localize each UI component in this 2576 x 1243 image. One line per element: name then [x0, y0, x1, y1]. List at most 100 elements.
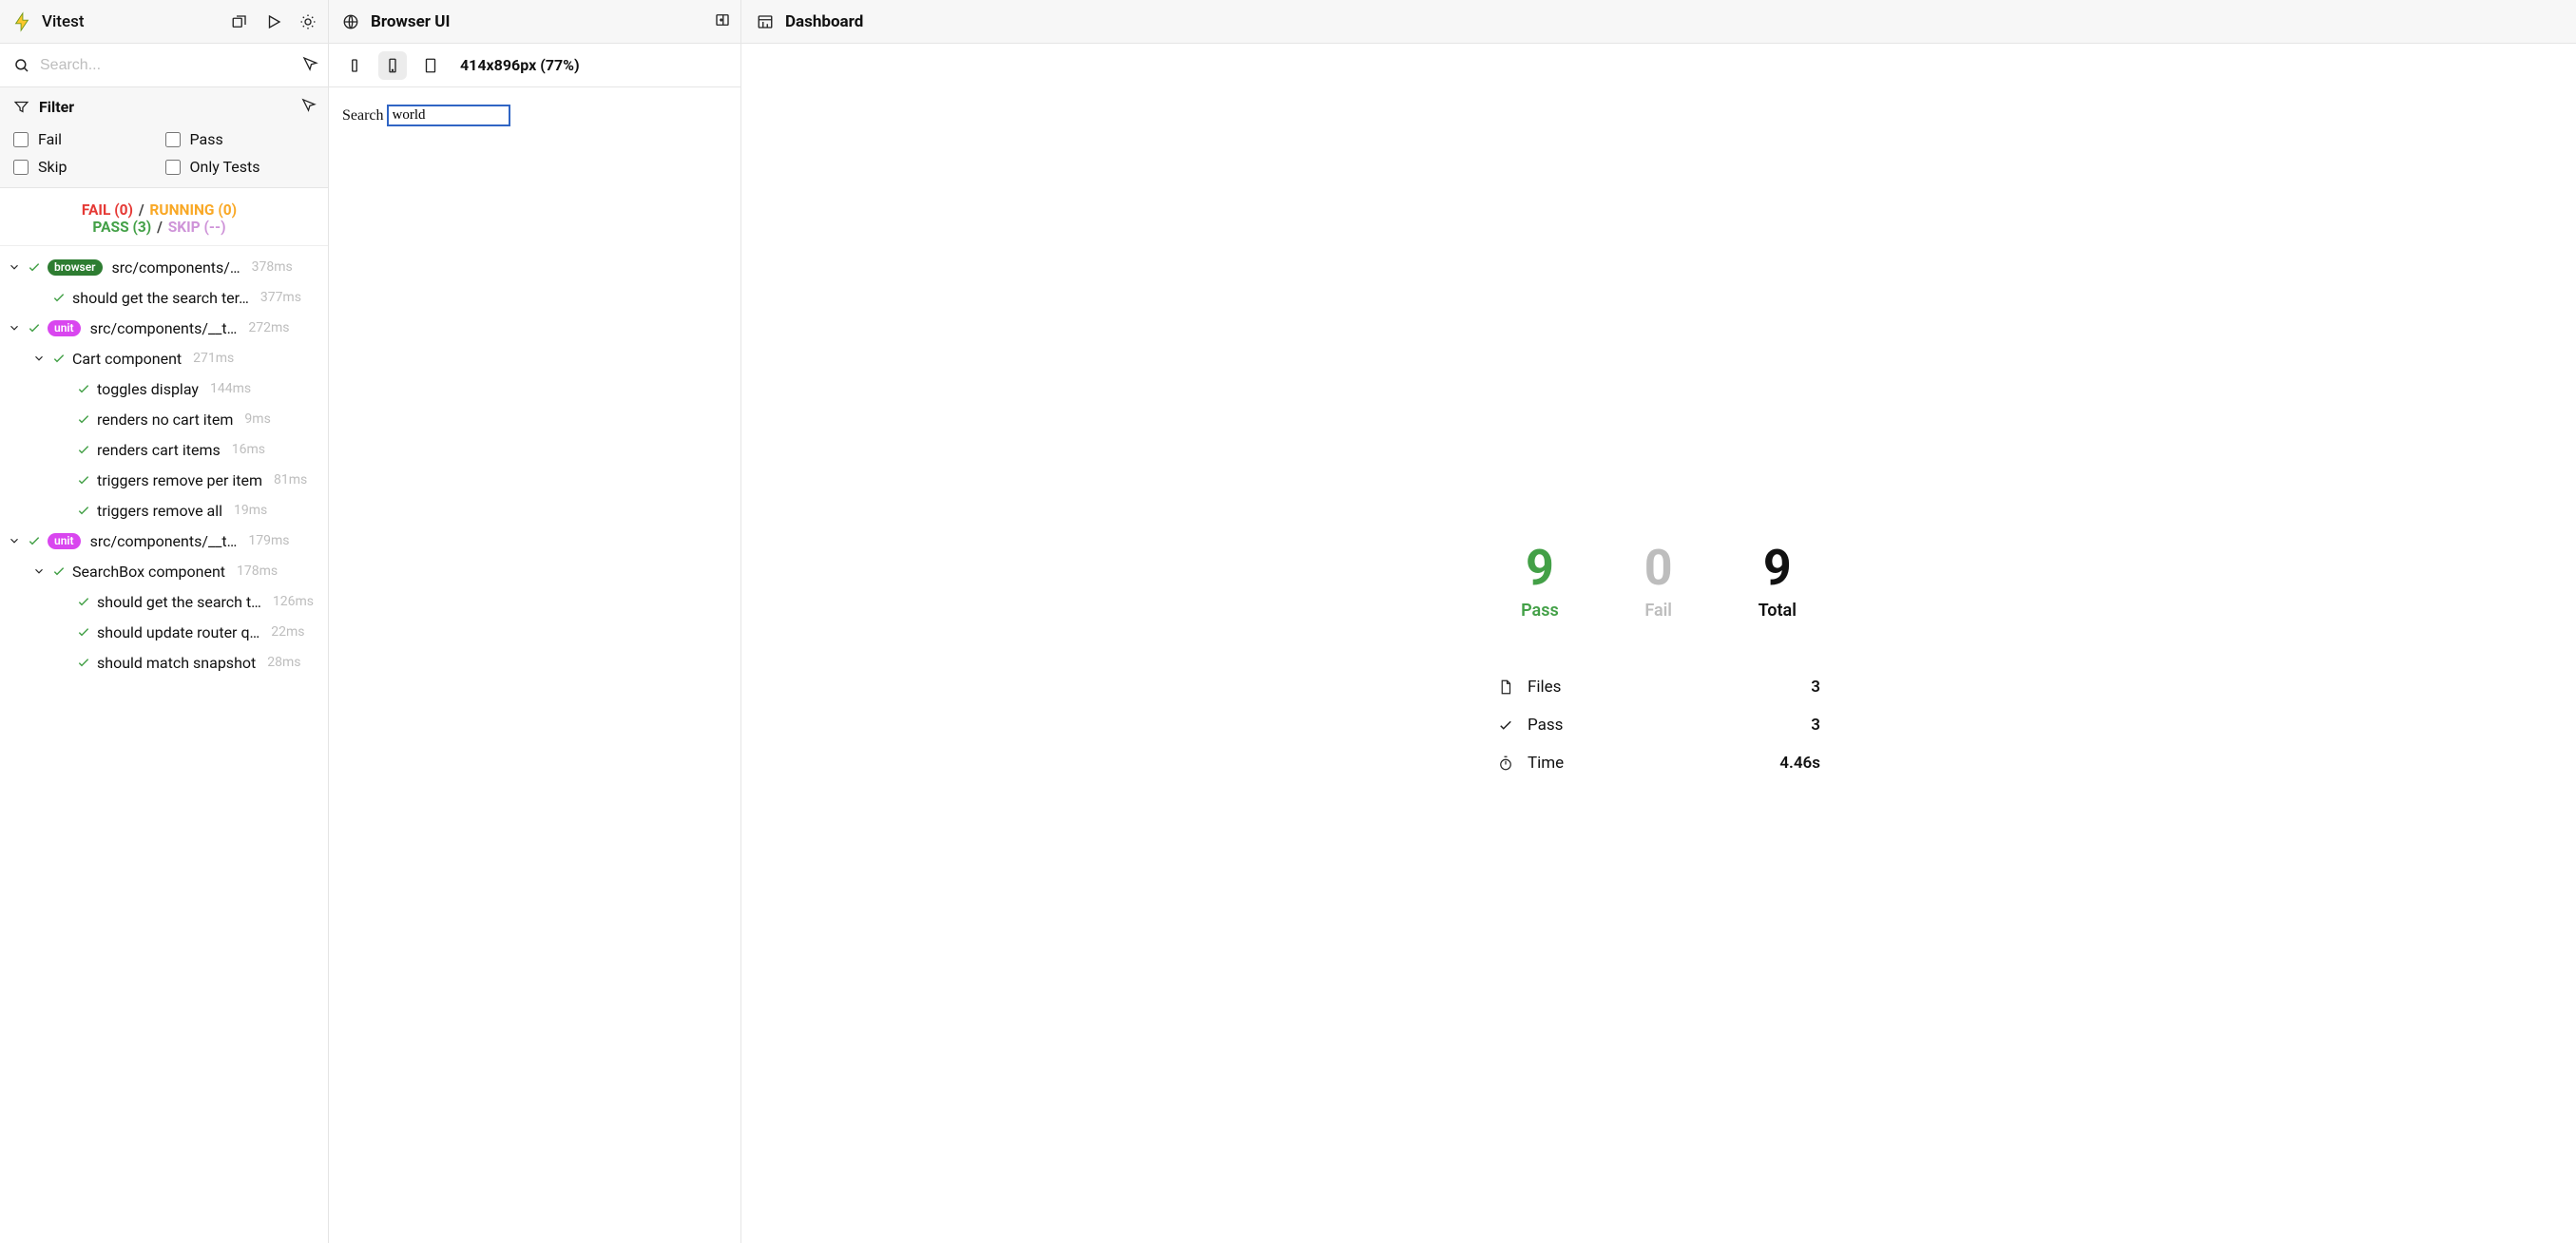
device-large-button[interactable] — [416, 51, 445, 80]
filter-skip-label: Skip — [38, 158, 67, 176]
filter-skip-checkbox[interactable] — [13, 160, 29, 175]
search-clear-button[interactable] — [301, 55, 318, 76]
vitest-logo-icon — [11, 11, 32, 32]
tree-row-label: should get the search ter… — [72, 289, 249, 307]
metric-total: 9 Total — [1759, 544, 1797, 621]
filter-fail-checkbox[interactable] — [13, 132, 29, 147]
tree-row-label: triggers remove per item — [97, 471, 262, 489]
tree-row-label: should update router q… — [97, 623, 260, 641]
tree-row[interactable]: toggles display144ms — [0, 373, 320, 404]
dashboard-stats: Files 3 Pass 3 Time 4.46s — [1497, 668, 1820, 782]
page-search-label: Search — [342, 107, 384, 124]
chevron-down-icon — [8, 534, 21, 547]
test-badge: unit — [48, 533, 81, 549]
tree-row-duration: 28ms — [267, 655, 300, 670]
tree-row-duration: 144ms — [210, 381, 251, 396]
tree-row-label: triggers remove all — [97, 502, 222, 520]
tree-row-duration: 178ms — [237, 564, 278, 579]
metric-pass-value: 9 — [1521, 544, 1559, 593]
app-logo: Vitest — [11, 11, 84, 32]
search-icon — [13, 57, 30, 74]
filter-fail-label: Fail — [38, 130, 62, 148]
metric-fail: 0 Fail — [1644, 544, 1673, 621]
filter-only[interactable]: Only Tests — [165, 158, 317, 176]
chevron-down-icon — [8, 260, 21, 274]
tree-row[interactable]: triggers remove per item81ms — [0, 465, 320, 495]
tree-row[interactable]: unit src/components/__t… 272ms — [0, 313, 320, 343]
test-tree: browsersrc/components/…378msshould get t… — [0, 246, 328, 1243]
filter-skip[interactable]: Skip — [13, 158, 165, 176]
check-icon — [27, 320, 42, 335]
viewport-label: 414x896px (77%) — [460, 56, 580, 74]
tree-row[interactable]: should update router q… 22ms — [0, 617, 320, 647]
tree-row[interactable]: should match snapshot28ms — [0, 647, 320, 678]
test-badge: unit — [48, 320, 81, 336]
filter-only-checkbox[interactable] — [165, 160, 181, 175]
filter-pass[interactable]: Pass — [165, 130, 317, 148]
tree-row-duration: 179ms — [248, 533, 289, 548]
check-icon — [76, 624, 91, 640]
dock-icon — [714, 11, 731, 29]
stat-time: Time 4.46s — [1497, 744, 1820, 782]
tree-row[interactable]: should get the search ter…377ms — [0, 282, 320, 313]
test-badge: browser — [48, 259, 103, 276]
check-icon — [51, 351, 67, 366]
tree-row[interactable]: Cart component271ms — [0, 343, 320, 373]
device-large-icon — [422, 57, 439, 74]
search-input[interactable] — [30, 57, 301, 74]
tree-row[interactable]: renders no cart item9ms — [0, 404, 320, 434]
check-icon — [27, 259, 42, 275]
status-fail: FAIL (0) — [82, 201, 133, 219]
dashboard-icon — [757, 13, 774, 30]
filter-pass-checkbox[interactable] — [165, 132, 181, 147]
stopwatch-icon — [1497, 755, 1514, 772]
filter-only-label: Only Tests — [190, 158, 260, 176]
sidebar: Vitest Fi — [0, 0, 329, 1243]
theme-toggle-button[interactable] — [298, 11, 318, 32]
collapse-icon — [231, 13, 248, 30]
check-icon — [27, 533, 42, 548]
chevron-down-icon — [32, 564, 46, 578]
metric-total-value: 9 — [1759, 544, 1797, 593]
tree-row-label: src/components/… — [112, 258, 240, 277]
dashboard-metrics: 9 Pass 0 Fail 9 Total — [1521, 544, 1797, 621]
tree-row[interactable]: triggers remove all 19ms — [0, 495, 320, 526]
collapse-all-button[interactable] — [229, 11, 250, 32]
tree-row-duration: 22ms — [271, 624, 304, 640]
metric-fail-label: Fail — [1644, 601, 1673, 621]
filter-panel: Filter Fail Pass Skip Only Tests — [0, 87, 328, 188]
device-small-button[interactable] — [340, 51, 369, 80]
filter-reset-button[interactable] — [300, 97, 317, 117]
check-icon — [1497, 717, 1514, 734]
stat-files: Files 3 — [1497, 668, 1820, 706]
stat-files-label: Files — [1528, 678, 1797, 697]
stat-time-value: 4.46s — [1779, 754, 1820, 773]
metric-total-label: Total — [1759, 601, 1797, 621]
metric-pass-label: Pass — [1521, 601, 1559, 621]
check-icon — [51, 564, 67, 579]
filter-fail[interactable]: Fail — [13, 130, 165, 148]
sun-icon — [299, 13, 317, 30]
check-icon — [76, 381, 91, 396]
tree-row-duration: 9ms — [244, 411, 270, 427]
rendered-page: Search — [329, 87, 740, 143]
tree-row[interactable]: browsersrc/components/…378ms — [0, 252, 320, 282]
check-icon — [76, 442, 91, 457]
tree-row[interactable]: should get the search t…126ms — [0, 586, 320, 617]
check-icon — [76, 411, 91, 427]
tree-row-duration: 19ms — [234, 503, 267, 518]
browser-toolbar: 414x896px (77%) — [329, 44, 740, 87]
dashboard-title: Dashboard — [785, 12, 863, 31]
tree-row[interactable]: SearchBox component178ms — [0, 556, 320, 586]
page-search-input[interactable] — [387, 105, 510, 126]
device-medium-button[interactable] — [378, 51, 407, 80]
tree-row[interactable]: unitsrc/components/__t…179ms — [0, 526, 320, 556]
tree-row[interactable]: renders cart items16ms — [0, 434, 320, 465]
globe-icon — [342, 13, 359, 30]
dock-button[interactable] — [714, 11, 731, 32]
chevron-down-icon — [8, 321, 21, 335]
run-all-button[interactable] — [263, 11, 284, 32]
tree-row-label: src/components/__t… — [90, 319, 238, 337]
sidebar-header: Vitest — [0, 0, 328, 44]
tree-row-duration: 272ms — [248, 320, 289, 335]
